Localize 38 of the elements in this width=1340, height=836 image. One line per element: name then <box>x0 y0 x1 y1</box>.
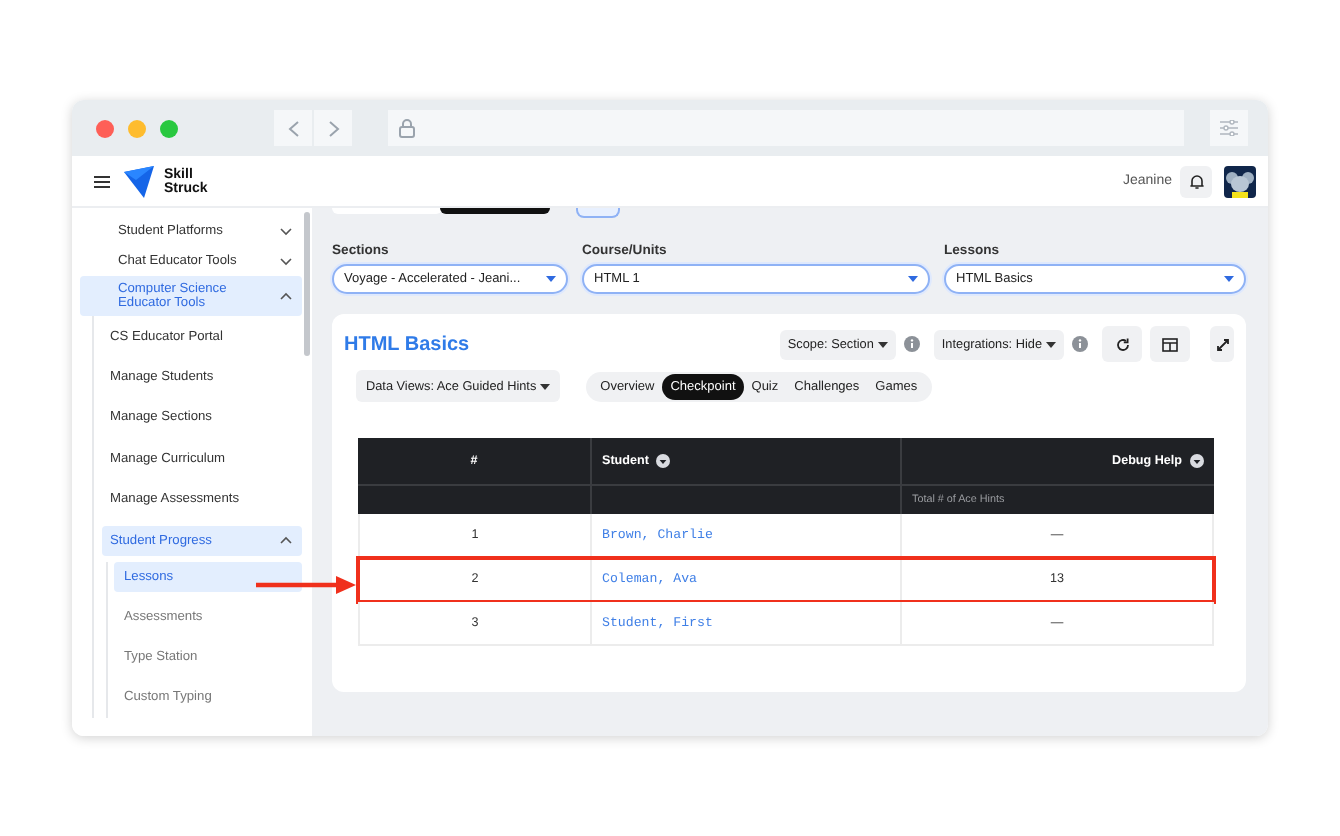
expand-icon <box>1215 337 1229 351</box>
menu-icon[interactable] <box>94 175 110 187</box>
caret-icon <box>1046 341 1056 347</box>
lesson-title: HTML Basics <box>344 333 470 355</box>
expand-button[interactable] <box>1210 326 1234 362</box>
caret-icon <box>1224 276 1234 282</box>
close-icon[interactable] <box>96 119 114 137</box>
back-button[interactable] <box>274 110 312 146</box>
sort-icon <box>1190 454 1204 468</box>
chevron-right-icon <box>327 119 339 137</box>
cut-off-control[interactable] <box>440 208 550 214</box>
chevron-icon <box>280 292 292 300</box>
table-view-button[interactable] <box>1150 326 1190 362</box>
chevron-icon <box>280 536 292 545</box>
caret-icon <box>877 341 888 347</box>
caret-icon <box>546 276 556 282</box>
chevron-icon <box>280 227 292 235</box>
caret-icon <box>540 383 551 389</box>
notifications-button[interactable] <box>1180 165 1212 197</box>
maximize-icon[interactable] <box>160 119 178 137</box>
bell-icon <box>1189 173 1203 189</box>
sort-icon <box>656 454 671 468</box>
settings-button[interactable] <box>1210 110 1248 146</box>
pointer-arrow <box>256 576 356 594</box>
refresh-button[interactable] <box>1102 326 1142 362</box>
info-icon[interactable] <box>1072 336 1088 352</box>
forward-button[interactable] <box>314 110 352 146</box>
avatar-icon[interactable] <box>1224 165 1256 197</box>
chevron-icon <box>280 257 292 265</box>
refresh-icon <box>1115 337 1129 351</box>
lock-icon <box>398 118 416 138</box>
logo-icon <box>124 165 156 197</box>
table-icon <box>1162 337 1178 351</box>
scrollbar <box>304 212 310 356</box>
chevron-left-icon <box>287 119 299 137</box>
sliders-icon <box>1220 120 1238 136</box>
info-icon[interactable] <box>903 336 920 352</box>
caret-icon <box>908 276 918 282</box>
